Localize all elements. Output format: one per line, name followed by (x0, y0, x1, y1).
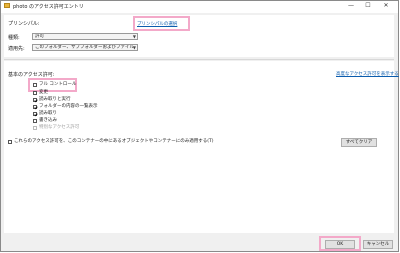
applies-to-select[interactable]: このフォルダー、サブフォルダーおよびファイル ▼ (32, 44, 138, 51)
apply-only-container-label: これらのアクセス許可を、このコンテナーの中にあるオブジェクトやコンテナーにのみ適… (14, 139, 214, 144)
permission-label: 変更 (39, 90, 48, 95)
close-button[interactable]: ✕ (380, 1, 392, 11)
checkbox-checked[interactable] (33, 112, 37, 116)
checkbox[interactable] (33, 91, 37, 95)
checkbox-checked[interactable] (33, 98, 37, 102)
chevron-down-icon: ▼ (132, 45, 136, 50)
permission-label: 読み取りと実行 (39, 97, 71, 102)
window-title: photo のアクセス許可エントリ (13, 4, 84, 10)
checkbox[interactable] (8, 140, 12, 144)
applies-to-select-value: このフォルダー、サブフォルダーおよびファイル (35, 45, 134, 50)
permission-label: 読み取り (39, 111, 57, 116)
select-principal-link[interactable]: プリンシパルの選択 (137, 21, 177, 27)
basic-permissions-label: 基本のアクセス許可: (8, 72, 55, 78)
section-divider (4, 59, 394, 60)
checkbox[interactable] (33, 119, 37, 123)
permission-label: 特別なアクセス許可 (39, 125, 80, 130)
applies-to-label: 適用先: (8, 46, 25, 52)
checkbox-checked[interactable] (33, 105, 37, 109)
clear-all-button[interactable]: すべてクリア (341, 138, 377, 147)
type-select-value: 許可 (35, 34, 44, 39)
type-label: 種類: (8, 35, 20, 41)
type-select[interactable]: 許可 ▼ (32, 33, 138, 40)
checkbox-disabled (33, 126, 37, 130)
permission-label: フル コントロール (39, 82, 77, 87)
folder-icon (4, 3, 10, 8)
permission-label: フォルダーの内容の一覧表示 (39, 104, 98, 109)
checkbox[interactable] (33, 83, 37, 87)
permission-label: 書き込み (39, 118, 57, 123)
principal-label: プリンシパル: (8, 21, 40, 27)
ok-button[interactable]: OK (325, 240, 355, 249)
show-advanced-permissions-link[interactable]: 高度なアクセス許可を表示する (336, 71, 399, 77)
maximize-button[interactable]: ☐ (362, 1, 374, 11)
apply-only-container-option[interactable]: これらのアクセス許可を、このコンテナーの中にあるオブジェクトやコンテナーにのみ適… (8, 139, 214, 146)
cancel-button[interactable]: キャンセル (363, 240, 393, 249)
minimize-button[interactable]: — (345, 1, 357, 11)
chevron-down-icon: ▼ (132, 34, 136, 39)
